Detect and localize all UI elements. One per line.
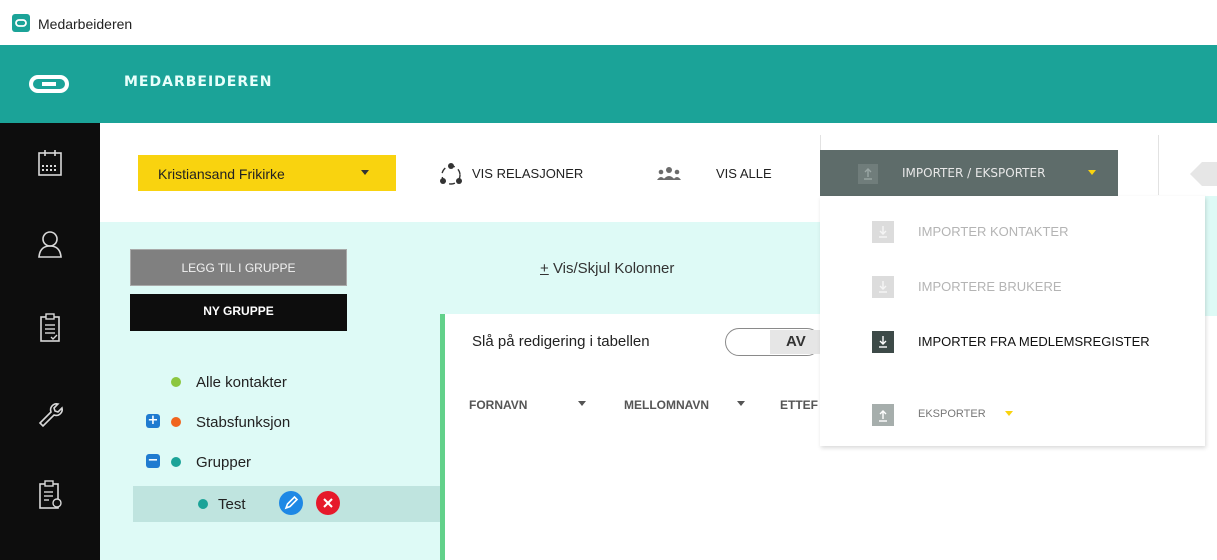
pencil-icon (284, 495, 299, 510)
chevron-down-icon (361, 170, 369, 175)
menu-item-import-contacts[interactable]: IMPORTER KONTAKTER (918, 224, 1068, 239)
menu-item-import-users[interactable]: IMPORTERE BRUKERE (918, 279, 1062, 294)
tag-icon[interactable] (1186, 160, 1217, 192)
status-dot-icon (171, 457, 181, 467)
toggle-columns-link[interactable]: + Vis/Skjul Kolonner (540, 260, 674, 277)
import-export-menu: IMPORTER KONTAKTER IMPORTERE BRUKERE IMP… (820, 196, 1205, 446)
header-title: MEDARBEIDEREN (124, 74, 273, 90)
toolbar-divider (1158, 135, 1159, 195)
app-header: MEDARBEIDEREN (0, 45, 1217, 123)
new-group-button[interactable]: NY GRUPPE (130, 294, 347, 331)
import-export-label: IMPORTER / EKSPORTER (902, 166, 1046, 180)
app-logo-icon (12, 14, 30, 32)
column-header-mellomnavn[interactable]: MELLOMNAVN (624, 398, 709, 412)
user-icon[interactable] (36, 229, 64, 259)
download-icon (872, 221, 894, 243)
show-relations-button[interactable]: VIS RELASJONER (472, 166, 583, 181)
column-header-etternavn[interactable]: ETTEF (780, 398, 820, 412)
window-title: Medarbeideren (38, 16, 133, 32)
edit-group-button[interactable] (279, 491, 303, 515)
panel-edge (1205, 196, 1217, 316)
show-all-button[interactable]: VIS ALLE (716, 166, 772, 181)
status-dot-icon (198, 499, 208, 509)
download-icon (872, 331, 894, 353)
tree-item-stabsfunksjon[interactable]: Stabsfunksjon (196, 414, 290, 431)
chevron-down-icon (1088, 170, 1096, 175)
sort-caret-icon[interactable] (737, 401, 745, 406)
close-icon (323, 498, 333, 508)
add-to-group-button[interactable]: LEGG TIL I GRUPPE (130, 249, 347, 286)
menu-item-import-member-register[interactable]: IMPORTER FRA MEDLEMSREGISTER (918, 334, 1150, 349)
brand-logo-icon (28, 73, 70, 99)
menu-item-export[interactable]: EKSPORTER (918, 408, 986, 420)
report-icon[interactable] (36, 480, 64, 510)
tree-item-test[interactable]: Test (218, 496, 246, 513)
organization-select-value: Kristiansand Frikirke (158, 166, 285, 182)
edit-mode-toggle-state: AV (786, 333, 806, 350)
edit-mode-label: Slå på redigering i tabellen (472, 333, 650, 350)
window-titlebar (0, 0, 1217, 45)
checklist-icon[interactable] (36, 313, 64, 343)
toggle-columns-label: Vis/Skjul Kolonner (552, 260, 675, 277)
plus-icon: + (540, 260, 549, 277)
nav-sidebar (0, 123, 100, 560)
sort-caret-icon[interactable] (578, 401, 586, 406)
collapse-icon[interactable]: − (146, 454, 160, 468)
tree-item-grupper[interactable]: Grupper (196, 454, 251, 471)
upload-icon (858, 164, 878, 184)
status-dot-icon (171, 377, 181, 387)
delete-group-button[interactable] (316, 491, 340, 515)
chevron-down-icon (1005, 411, 1013, 416)
column-header-fornavn[interactable]: FORNAVN (469, 398, 527, 412)
calendar-icon[interactable] (36, 148, 64, 178)
tree-item-alle-kontakter[interactable]: Alle kontakter (196, 374, 287, 391)
status-dot-icon (171, 417, 181, 427)
upload-icon (872, 404, 894, 426)
table-accent-bar (440, 314, 445, 560)
wrench-icon[interactable] (36, 399, 64, 429)
expand-icon[interactable]: + (146, 414, 160, 428)
group-people-icon[interactable] (656, 164, 682, 188)
download-icon (872, 276, 894, 298)
relations-icon[interactable] (438, 162, 464, 192)
